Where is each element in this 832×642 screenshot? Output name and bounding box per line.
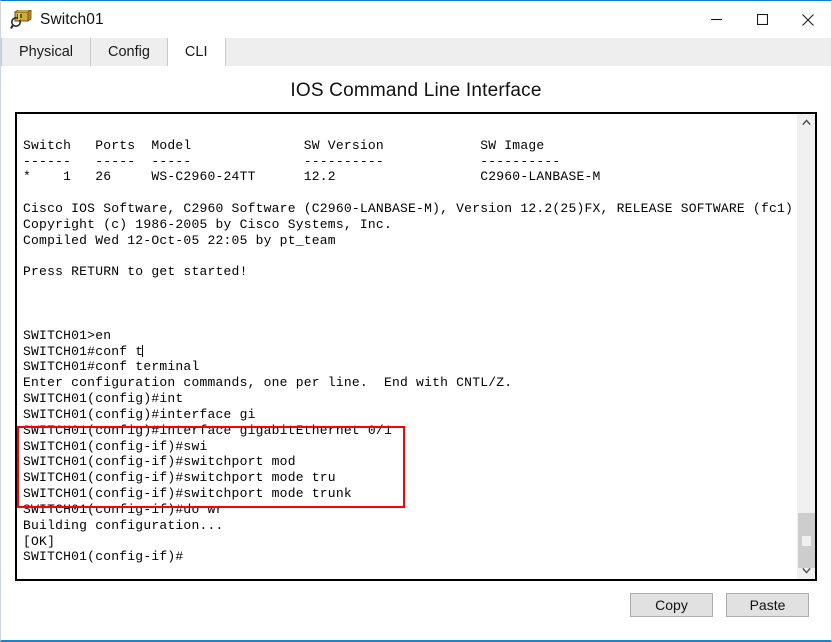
scrollbar-track[interactable] [798,131,815,568]
cli-panel: IOS Command Line Interface Switch Ports … [1,67,831,640]
text-cursor [142,344,144,357]
tab-physical-label: Physical [19,44,73,60]
tab-strip: Physical Config CLI [1,38,831,67]
window-title: Switch01 [40,10,104,28]
minimize-icon[interactable] [693,1,739,38]
terminal-text-before-cursor: Switch Ports Model SW Version SW Image -… [23,137,794,359]
tab-cli-label: CLI [184,44,208,60]
title-bar[interactable]: Switch01 [1,1,831,38]
title-bar-left: Switch01 [1,9,104,30]
footer-toolbar: Copy Paste [1,581,831,629]
maximize-icon[interactable] [739,1,785,38]
close-icon[interactable] [785,1,831,38]
page-title: IOS Command Line Interface [290,80,542,101]
terminal-text: Switch Ports Model SW Version SW Image -… [23,122,797,565]
switch-cli-window: Switch01 Physical Config CLI IOS Command… [0,0,832,642]
tab-cli[interactable]: CLI [167,38,226,67]
window-controls [693,1,831,38]
copy-button[interactable]: Copy [630,593,713,617]
tab-physical[interactable]: Physical [1,38,91,66]
terminal-container: Switch Ports Model SW Version SW Image -… [15,112,817,581]
paste-button[interactable]: Paste [726,593,809,617]
tab-config-label: Config [108,44,150,60]
terminal-text-after-cursor: SWITCH01#conf terminal Enter configurati… [23,359,513,565]
terminal-output[interactable]: Switch Ports Model SW Version SW Image -… [17,114,797,579]
tab-config[interactable]: Config [91,38,168,66]
terminal-scrollbar[interactable] [797,114,815,579]
scrollbar-thumb[interactable] [798,513,815,568]
chevron-up-icon[interactable] [798,114,815,131]
switch-device-icon [10,9,32,30]
